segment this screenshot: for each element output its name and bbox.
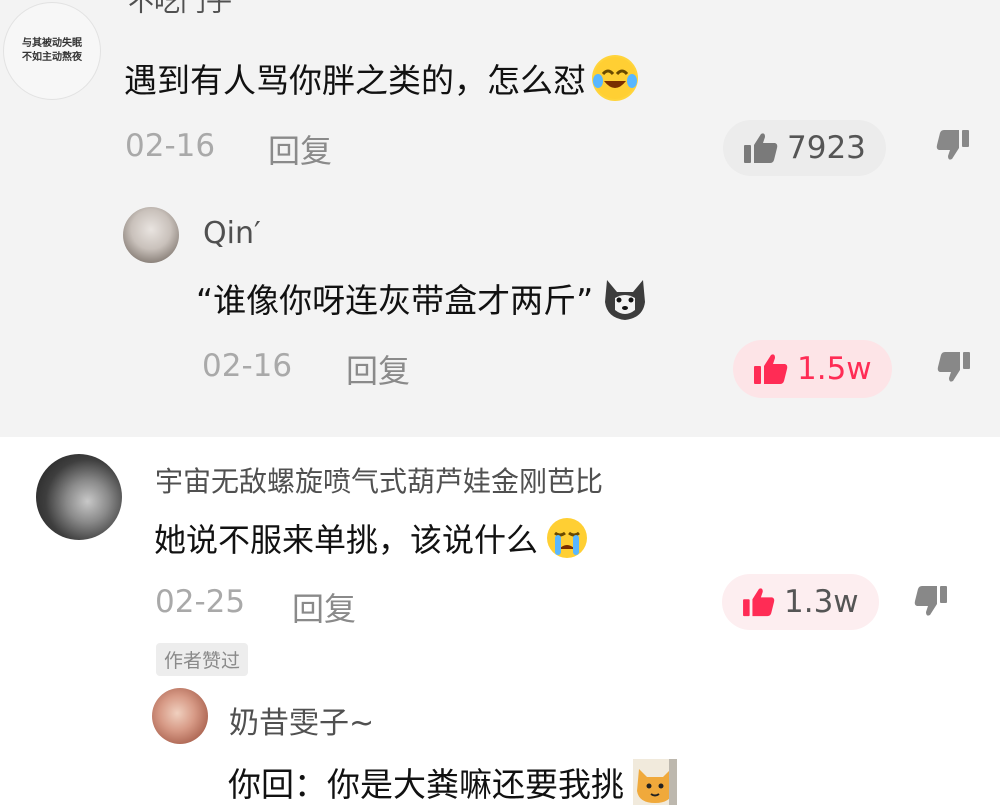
thumbs-down-icon	[936, 130, 969, 160]
reply-date: 02-16	[202, 348, 293, 384]
thumbs-up-icon	[754, 354, 788, 384]
like-count: 1.5w	[797, 351, 872, 387]
comment-text-content: 她说不服来单挑，该说什么	[154, 521, 539, 559]
like-count: 1.3w	[784, 584, 859, 620]
laughing-crying-emoji-icon	[592, 55, 638, 101]
avatar[interactable]: 与其被动失眠 不如主动熬夜	[3, 2, 101, 100]
reply-text-content: 你回：你是大粪嘛还要我挑	[228, 765, 624, 804]
dislike-button[interactable]	[913, 584, 949, 622]
reply-button[interactable]: 回复	[292, 584, 356, 630]
husky-dog-emoji-icon	[599, 272, 651, 324]
avatar[interactable]	[123, 207, 179, 263]
reply-username[interactable]: 奶昔雯子~	[229, 698, 374, 742]
reply-username[interactable]: Qin′	[203, 216, 261, 251]
comment-date: 02-25	[155, 584, 246, 620]
thumbs-up-icon	[744, 133, 778, 163]
avatar-text-line: 与其被动失眠	[22, 38, 82, 49]
thumbs-down-icon	[914, 586, 947, 616]
reply-text: 你回：你是大粪嘛还要我挑	[228, 754, 680, 810]
comment-text: 遇到有人骂你胖之类的，怎么怼	[124, 50, 638, 106]
avatar-text-line: 不如主动熬夜	[22, 52, 82, 63]
thumbs-up-icon	[743, 588, 775, 617]
author-liked-badge: 作者赞过	[156, 643, 249, 676]
cat-emoji-icon	[633, 759, 677, 805]
reply-button[interactable]: 回复	[268, 126, 332, 172]
comment-text: 她说不服来单挑，该说什么	[154, 512, 590, 564]
crying-emoji-icon	[547, 518, 588, 558]
dislike-button[interactable]	[935, 128, 971, 166]
avatar[interactable]	[36, 454, 122, 540]
reply-text: “谁像你呀连灰带盒才两斤”	[196, 270, 651, 326]
like-button[interactable]: 7923	[723, 120, 886, 176]
avatar[interactable]	[152, 688, 208, 744]
like-button[interactable]: 1.5w	[733, 340, 892, 398]
like-count: 7923	[787, 130, 866, 166]
husky-dog-emoji-icon	[605, 280, 646, 320]
reply-button[interactable]: 回复	[346, 346, 410, 392]
comment-username[interactable]: 宇宙无敌螺旋喷气式葫芦娃金刚芭比	[155, 460, 603, 500]
reply-text-content: “谁像你呀连灰带盒才两斤”	[196, 281, 594, 320]
thumbs-down-icon	[937, 352, 970, 382]
comment-text-content: 遇到有人骂你胖之类的，怎么怼	[124, 61, 586, 100]
comment-username[interactable]: 不吃门子	[128, 0, 232, 14]
comment-date: 02-16	[125, 128, 216, 164]
crying-emoji-icon	[544, 515, 590, 561]
cat-emoji-icon	[630, 757, 680, 807]
like-button[interactable]: 1.3w	[722, 574, 879, 630]
laughing-crying-emoji-icon	[593, 57, 637, 99]
dislike-button[interactable]	[936, 350, 972, 388]
